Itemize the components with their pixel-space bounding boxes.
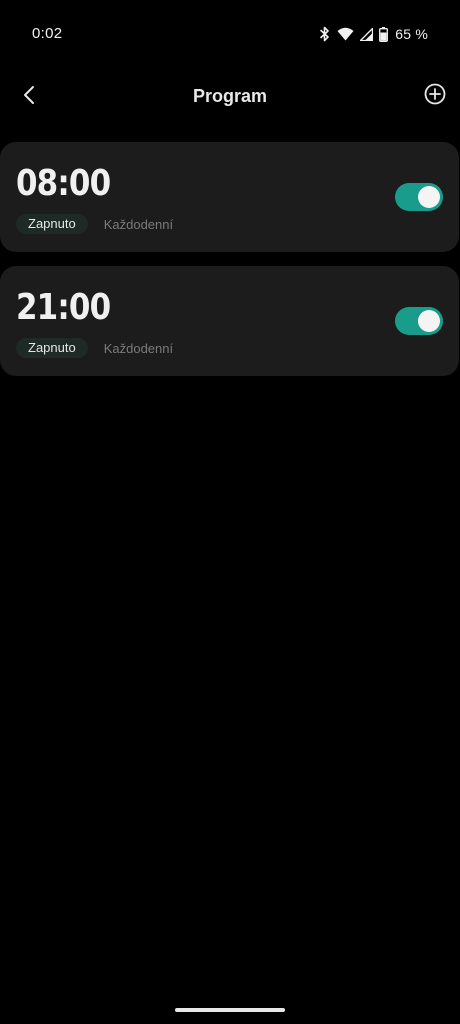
repeat-label: Každodenní [103,340,174,356]
status-badge: Zapnuto [16,214,88,234]
schedule-meta: Zapnuto Každodenní [16,338,173,358]
page-title: Program [192,86,268,106]
status-bar: 0:02 65 % [0,0,460,68]
wifi-icon [337,27,354,41]
plus-circle-icon [424,83,446,110]
schedule-list: 08:00 Zapnuto Každodenní 21:00 Zapnuto K… [0,142,459,390]
repeat-label: Každodenní [103,216,174,232]
status-icons: 65 % [319,26,428,42]
app-header: Program [0,72,460,122]
schedule-toggle[interactable] [395,183,443,211]
battery-percentage: 65 % [395,26,428,42]
home-indicator[interactable] [175,1008,285,1012]
schedule-meta: Zapnuto Každodenní [16,214,173,234]
toggle-knob [418,310,440,332]
schedule-card[interactable]: 21:00 Zapnuto Každodenní [0,266,459,376]
status-badge: Zapnuto [16,338,88,358]
signal-icon [360,27,374,41]
toggle-knob [418,186,440,208]
bluetooth-icon [319,26,331,42]
add-schedule-button[interactable] [422,83,448,109]
battery-icon [379,26,389,42]
status-time: 0:02 [32,25,63,42]
schedule-card[interactable]: 08:00 Zapnuto Každodenní [0,142,459,252]
schedule-toggle[interactable] [395,307,443,335]
schedule-time: 21:00 [16,287,111,328]
schedule-time: 08:00 [16,163,111,204]
